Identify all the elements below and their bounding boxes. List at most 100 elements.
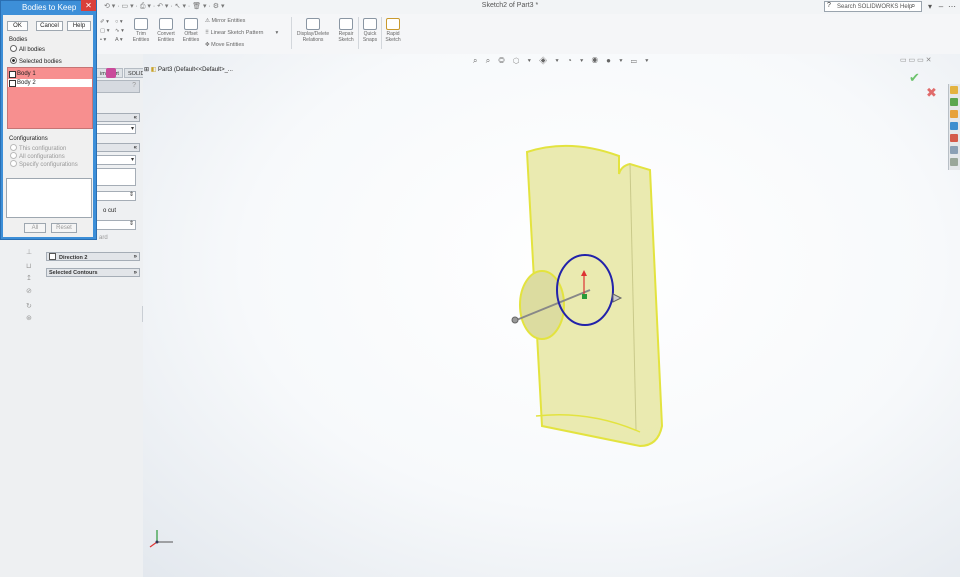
relations-icon (306, 18, 320, 30)
tree-root-item[interactable]: ⊞ ◧ Part3 (Default<<Default>_... (144, 66, 233, 73)
document-title: Sketch2 of Part3 * (481, 2, 539, 9)
reset-button[interactable]: Reset (51, 223, 77, 233)
trim-icon (134, 18, 148, 30)
quick-access-toolbar[interactable]: ⟲ ▾ · ▭ ▾ · ⎙ ▾ · ↶ ▾ · ↖ ▾ · 🗑 ▾ · ⚙ ▾ (104, 2, 225, 11)
search-input[interactable]: Search SOLIDWORKS Help (824, 1, 922, 12)
repair-sketch-button[interactable]: Repair Sketch (336, 18, 356, 43)
all-bodies-radio[interactable]: All bodies (10, 45, 45, 53)
repair-icon (339, 18, 353, 30)
radio-icon (10, 45, 17, 52)
mirror-entities-button[interactable]: ⚠ Mirror Entities (205, 18, 245, 24)
chevron-down-icon: » (133, 254, 137, 260)
expand-icon[interactable]: ⊞ (144, 67, 149, 73)
ribbon-separator (358, 17, 359, 49)
origin-point[interactable] (582, 294, 587, 299)
draft-spinner[interactable]: ⇕ (96, 220, 136, 230)
convert-entities-button[interactable]: Convert Entities (155, 18, 177, 43)
reverse-icon: ↻ (26, 303, 32, 310)
more-icon[interactable]: ⋯ (947, 1, 957, 12)
checkbox[interactable] (9, 71, 16, 78)
cancel-icon[interactable]: ✖ (926, 85, 937, 101)
configurations-label: Configurations (9, 136, 48, 142)
custom-properties-icon[interactable] (950, 158, 958, 166)
direction-selection-box[interactable] (96, 168, 136, 186)
direction-select[interactable]: ▾ (96, 155, 136, 165)
chevron-down-icon: ▾ (130, 157, 134, 163)
file-explorer-icon[interactable] (950, 122, 958, 130)
reference-triad (149, 530, 173, 548)
resources-icon[interactable] (950, 98, 958, 106)
direction2-group[interactable]: Direction 2» (46, 252, 140, 261)
configurations-list[interactable] (6, 178, 92, 218)
help-button[interactable]: Help (67, 21, 91, 31)
direction2-checkbox[interactable] (49, 253, 56, 260)
offset-entities-button[interactable]: Offset Entities (180, 18, 202, 43)
radio-icon (10, 144, 17, 151)
depth-icon: ⊔ (26, 263, 32, 270)
convert-icon (159, 18, 173, 30)
design-library-icon[interactable] (950, 110, 958, 118)
minimize-icon[interactable]: – (936, 1, 946, 12)
radio-icon (10, 160, 17, 167)
linear-sketch-pattern-button[interactable]: ⠿ Linear Sketch Pattern ▾ (205, 30, 278, 36)
draft-icon: ⊘ (26, 288, 32, 295)
radio-selected-icon (10, 57, 17, 64)
direction-icon: ⊥ (26, 249, 33, 256)
help-icon: ? (827, 2, 831, 9)
trim-entities-button[interactable]: Trim Entities (130, 18, 152, 43)
depth-spinner[interactable]: ⇕ (96, 191, 136, 201)
command-manager: ✐ ▾ ▢ ▾ • ▾ ○ ▾ ∿ ▾ A ▾ Trim Entities Conver… (0, 14, 960, 55)
all-button[interactable]: All (24, 223, 46, 233)
sketch-small-tools[interactable]: ✐ ▾ ▢ ▾ • ▾ (100, 18, 110, 45)
partial-cut-label: o cut (103, 208, 117, 214)
help-dropdown-icon[interactable]: ▾ (925, 1, 935, 12)
end-condition-select[interactable]: ▾ (96, 124, 136, 134)
offset-icon: ↥ (26, 275, 32, 282)
radio-icon (10, 152, 17, 159)
offset-icon (184, 18, 198, 30)
help-icon[interactable]: ? (132, 82, 136, 89)
partial-ward-label: ard (99, 235, 108, 241)
checkbox[interactable] (9, 80, 16, 87)
chevron-up-icon: « (133, 115, 137, 121)
dialog-title: Bodies to Keep (22, 3, 77, 12)
cancel-button[interactable]: Cancel (36, 21, 63, 31)
body-item[interactable]: Body 1 (8, 70, 92, 78)
all-configurations-radio[interactable]: All configurations (10, 152, 65, 160)
appearance-tab-icon[interactable] (106, 68, 116, 78)
property-header: ? (96, 80, 140, 93)
flip-icon: ⊛ (26, 315, 32, 322)
drag-handle-start[interactable] (511, 316, 519, 324)
spinner-icon[interactable]: ⇕ (129, 191, 134, 198)
snap-icon (363, 18, 377, 30)
part-icon: ◧ (150, 67, 157, 73)
quick-snaps-button[interactable]: Quick Snaps (360, 18, 380, 43)
rapid-icon (386, 18, 400, 30)
chevron-down-icon: » (133, 270, 137, 276)
viewport-window-controls[interactable]: ▭ ▭ ▭ ✕ (900, 56, 932, 64)
title-bar: ⟲ ▾ · ▭ ▾ · ⎙ ▾ · ↶ ▾ · ↖ ▾ · 🗑 ▾ · ⚙ ▾ … (0, 0, 960, 15)
body-item-selected[interactable]: Body 2 (8, 79, 92, 87)
model-3d[interactable] (490, 140, 670, 460)
accept-icon[interactable]: ✔ (909, 70, 920, 86)
move-entities-button[interactable]: ✥ Move Entities (205, 42, 244, 48)
heads-up-view-toolbar[interactable]: ⌕ ⌕ ◎ ⬡ ▾ ◈ ▾ ◔ ▾ ◉ ● ▾ ▭ ▾ (473, 56, 651, 66)
ribbon-separator (291, 17, 292, 49)
ribbon-separator (381, 17, 382, 49)
this-configuration-radio[interactable]: This configuration (10, 144, 66, 152)
spinner-icon[interactable]: ⇕ (129, 220, 134, 227)
specify-configurations-radio[interactable]: Specify configurations (10, 160, 78, 168)
selected-contours-group[interactable]: Selected Contours» (46, 268, 140, 277)
chevron-down-icon: ▾ (130, 126, 134, 132)
bodies-label: Bodies (9, 37, 28, 43)
ok-button[interactable]: OK (7, 21, 28, 31)
appearances-icon[interactable] (950, 146, 958, 154)
close-icon[interactable]: ✕ (81, 0, 96, 11)
search-icon[interactable]: ⌕ (911, 1, 915, 11)
sketch-small-tools-2[interactable]: ○ ▾ ∿ ▾ A ▾ (115, 18, 124, 45)
home-icon[interactable] (950, 86, 958, 94)
rapid-sketch-button[interactable]: Rapid Sketch (383, 18, 403, 43)
selected-bodies-radio[interactable]: Selected bodies (10, 57, 62, 65)
display-delete-relations-button[interactable]: Display/Delete Relations (294, 18, 332, 43)
palette-icon[interactable] (950, 134, 958, 142)
